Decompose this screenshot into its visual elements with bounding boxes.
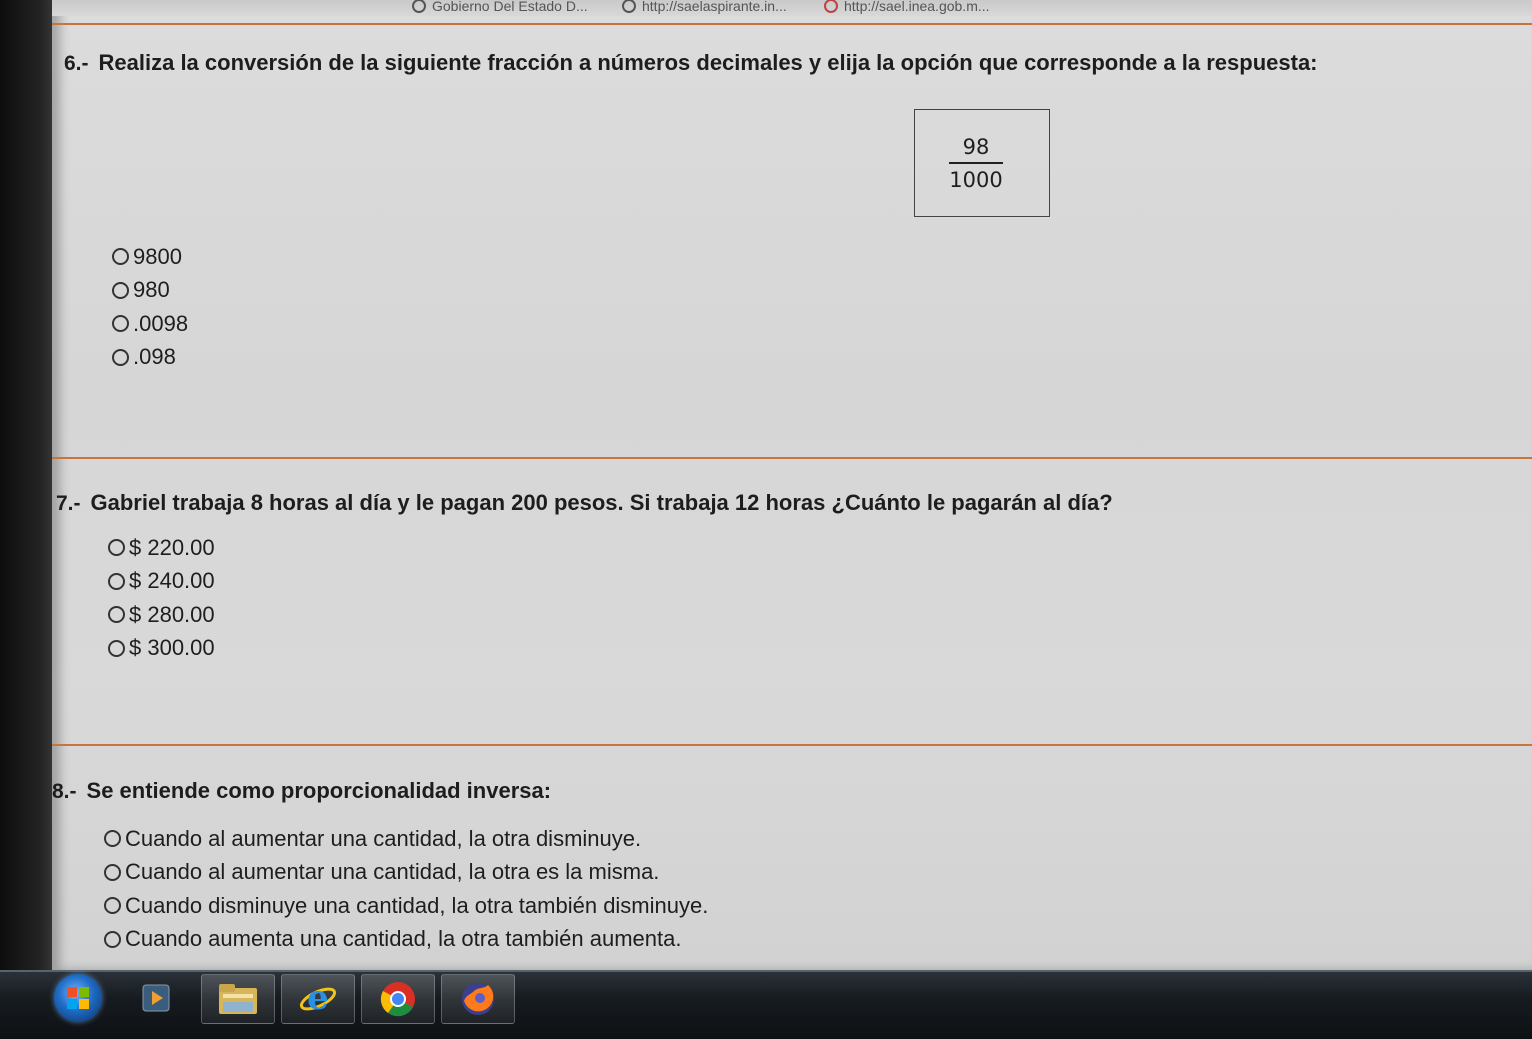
file-explorer-button[interactable] <box>201 974 275 1024</box>
bookmarks-bar: Gobierno Del Estado D... http://saelaspi… <box>52 0 1532 16</box>
chrome-button[interactable] <box>361 974 435 1024</box>
media-player-button[interactable] <box>120 974 192 1022</box>
radio-button[interactable] <box>108 572 125 590</box>
bookmark-label: http://sael.inea.gob.m... <box>844 0 990 14</box>
option-9800[interactable]: 9800 <box>112 240 188 274</box>
firefox-icon <box>462 983 494 1015</box>
question-7-options: $ 220.00 $ 240.00 $ 280.00 $ 300.00 <box>108 531 215 665</box>
radio-button[interactable] <box>104 863 121 881</box>
question-number: 7.- <box>56 492 81 515</box>
bookmark-sael-inea[interactable]: http://sael.inea.gob.m... <box>824 0 990 14</box>
option-inverse-c[interactable]: Cuando disminuye una cantidad, la otra t… <box>104 889 708 923</box>
radio-button[interactable] <box>112 281 129 299</box>
bookmark-label: http://saelaspirante.in... <box>642 0 787 14</box>
windows-logo-icon <box>67 987 89 1009</box>
option-220[interactable]: $ 220.00 <box>108 531 215 565</box>
screen: Gobierno Del Estado D... http://saelaspi… <box>0 0 1532 1039</box>
radio-button[interactable] <box>108 639 125 657</box>
option-label: .098 <box>133 344 176 370</box>
site-icon <box>824 0 838 13</box>
internet-explorer-icon: e <box>299 979 337 1018</box>
option-inverse-a[interactable]: Cuando al aumentar una cantidad, la otra… <box>104 822 708 856</box>
question-7-title: 7.- Gabriel trabaja 8 horas al día y le p… <box>56 490 1113 516</box>
question-6-title: 6.- Realiza la conversión de la siguiente… <box>64 50 1318 76</box>
option-098[interactable]: .098 <box>112 341 188 375</box>
option-label: Cuando aumenta una cantidad, la otra tam… <box>125 926 682 952</box>
radio-button[interactable] <box>104 897 121 915</box>
question-text: Realiza la conversión de la siguiente fr… <box>98 50 1318 75</box>
option-label: $ 240.00 <box>129 568 215 594</box>
taskbar: e <box>0 970 1532 1039</box>
option-280[interactable]: $ 280.00 <box>108 598 215 632</box>
fraction-denominator: 1000 <box>949 167 1003 192</box>
monitor-bezel <box>0 0 56 970</box>
option-label: 980 <box>133 277 170 303</box>
firefox-button[interactable] <box>441 974 515 1024</box>
question-6-options: 9800 980 .0098 .098 <box>112 240 188 374</box>
option-inverse-b[interactable]: Cuando al aumentar una cantidad, la otra… <box>104 856 708 890</box>
media-player-icon <box>142 984 170 1012</box>
radio-button[interactable] <box>112 248 129 266</box>
question-text: Gabriel trabaja 8 horas al día y le paga… <box>90 490 1113 515</box>
question-8-title: 8.- Se entiende como proporcionalidad inv… <box>52 778 551 804</box>
radio-button[interactable] <box>112 348 129 366</box>
bookmark-gobierno[interactable]: Gobierno Del Estado D... <box>412 0 588 14</box>
separator-line <box>52 23 1532 25</box>
quiz-page: Gobierno Del Estado D... http://saelaspi… <box>52 0 1532 970</box>
question-text: Se entiende como proporcionalidad invers… <box>86 778 552 803</box>
question-number: 6.- <box>64 52 89 75</box>
option-240[interactable]: $ 240.00 <box>108 565 215 599</box>
option-label: Cuando al aumentar una cantidad, la otra… <box>125 825 642 851</box>
question-number: 8.- <box>52 780 77 803</box>
fraction-numerator: 98 <box>962 134 990 159</box>
start-orb-icon <box>54 974 102 1022</box>
option-label: Cuando disminuye una cantidad, la otra t… <box>125 892 709 918</box>
option-label: Cuando al aumentar una cantidad, la otra… <box>125 859 660 885</box>
option-label: $ 220.00 <box>129 534 215 560</box>
radio-button[interactable] <box>104 930 121 948</box>
radio-button[interactable] <box>108 606 125 624</box>
option-label: .0098 <box>133 310 189 336</box>
bookmark-saelaspirante[interactable]: http://saelaspirante.in... <box>622 0 787 14</box>
radio-button[interactable] <box>112 315 129 333</box>
option-0098[interactable]: .0098 <box>112 307 188 341</box>
option-980[interactable]: 980 <box>112 274 188 308</box>
question-8-options: Cuando al aumentar una cantidad, la otra… <box>104 822 708 956</box>
option-inverse-d[interactable]: Cuando aumenta una cantidad, la otra tam… <box>104 923 708 957</box>
option-label: $ 280.00 <box>129 601 215 627</box>
chrome-icon <box>380 982 415 1017</box>
svg-text:e: e <box>307 979 329 1018</box>
internet-explorer-button[interactable]: e <box>281 974 355 1024</box>
bookmark-label: Gobierno Del Estado D... <box>432 0 588 14</box>
start-button[interactable] <box>42 974 114 1022</box>
file-explorer-icon <box>219 984 257 1014</box>
option-label: 9800 <box>133 243 182 269</box>
globe-icon <box>622 0 636 13</box>
separator-line <box>52 744 1532 746</box>
option-label: $ 300.00 <box>129 635 215 661</box>
separator-line <box>52 457 1532 459</box>
page-icon <box>412 0 426 13</box>
option-300[interactable]: $ 300.00 <box>108 632 215 666</box>
fraction-image: 98 1000 <box>914 109 1050 217</box>
radio-button[interactable] <box>104 830 121 848</box>
radio-button[interactable] <box>108 539 125 557</box>
